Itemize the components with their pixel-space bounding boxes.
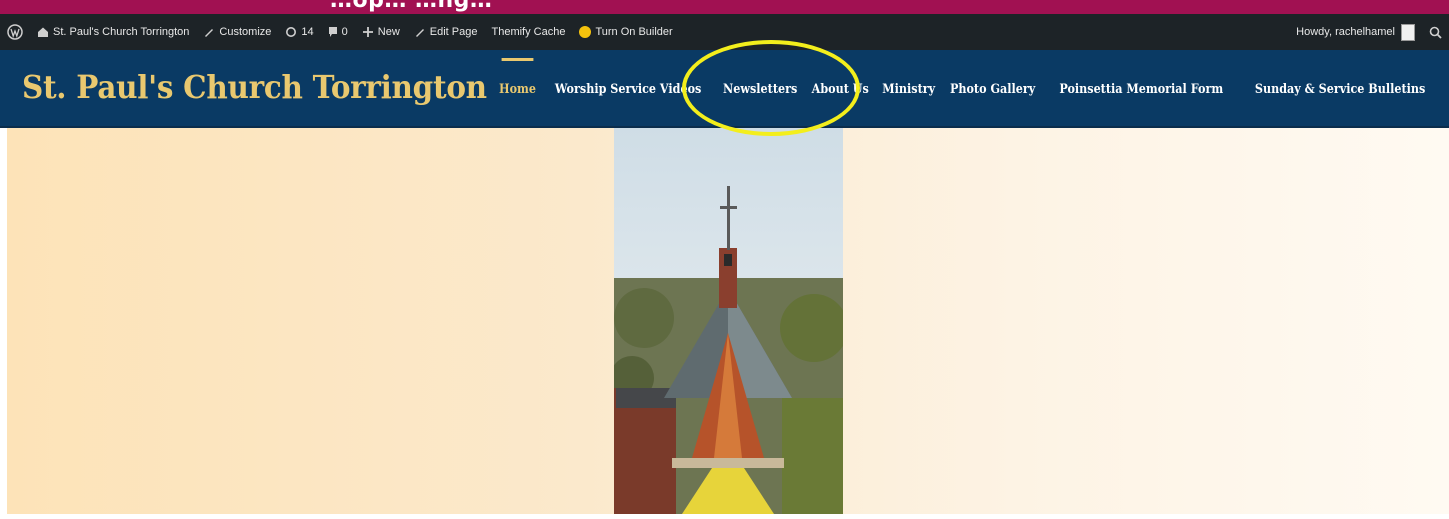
wp-admin-bar: St. Paul's Church Torrington Customize 1… <box>0 14 1449 50</box>
turn-on-builder-label: Turn On Builder <box>595 26 673 38</box>
nav-item-poinsettia-memorial-form[interactable]: Poinsettia Memorial Form <box>1054 82 1230 97</box>
nav-item-about-us[interactable]: About Us <box>806 82 875 97</box>
comments-count: 0 <box>341 26 348 38</box>
edit-page-label: Edit Page <box>429 26 478 38</box>
nav-item-photo-gallery[interactable]: Photo Gallery <box>944 82 1041 97</box>
nav-item-ministry[interactable]: Ministry <box>876 82 941 97</box>
site-title[interactable]: St. Paul's Church Torrington <box>22 68 487 106</box>
howdy-label: Howdy, rachelhamel <box>1296 26 1395 38</box>
wordpress-logo-icon <box>7 24 23 40</box>
themify-cache-label: Themify Cache <box>491 26 566 38</box>
search-icon <box>1429 26 1442 39</box>
nav-item-sunday-service-bulletins[interactable]: Sunday & Service Bulletins <box>1249 82 1431 97</box>
edit-icon <box>414 26 426 38</box>
site-name-label: St. Paul's Church Torrington <box>53 26 190 38</box>
updates-count: 14 <box>301 26 314 38</box>
pencil-icon <box>203 26 215 38</box>
comment-icon <box>328 26 338 38</box>
new-content-link[interactable]: New <box>355 14 407 50</box>
top-banner-strip: …op… …ng… <box>0 0 1449 14</box>
comments-link[interactable]: 0 <box>321 14 355 50</box>
refresh-icon <box>285 26 297 38</box>
customize-link[interactable]: Customize <box>196 14 278 50</box>
account-menu[interactable]: Howdy, rachelhamel <box>1289 14 1422 50</box>
wordpress-logo-button[interactable] <box>0 14 30 50</box>
home-icon <box>37 26 49 38</box>
plus-icon <box>362 26 374 38</box>
admin-search-button[interactable] <box>1422 14 1449 50</box>
main-navigation: Home Worship Service Videos Newsletters … <box>494 50 1441 128</box>
new-label: New <box>377 26 400 38</box>
partial-heading-text: …op… …ng… <box>330 0 493 13</box>
avatar <box>1401 23 1415 41</box>
updates-link[interactable]: 14 <box>278 14 320 50</box>
edit-page-link[interactable]: Edit Page <box>407 14 485 50</box>
nav-item-newsletters[interactable]: Newsletters <box>717 82 803 97</box>
site-name-link[interactable]: St. Paul's Church Torrington <box>30 14 196 50</box>
themify-cache-link[interactable]: Themify Cache <box>484 14 572 50</box>
nav-item-worship-service-videos[interactable]: Worship Service Videos <box>548 82 706 97</box>
nav-item-home[interactable]: Home <box>493 57 542 97</box>
customize-label: Customize <box>219 26 272 38</box>
site-header: St. Paul's Church Torrington Home Worshi… <box>0 50 1449 128</box>
builder-icon <box>579 26 592 38</box>
turn-on-builder-link[interactable]: Turn On Builder <box>572 14 679 50</box>
church-aerial-photo <box>610 128 850 514</box>
